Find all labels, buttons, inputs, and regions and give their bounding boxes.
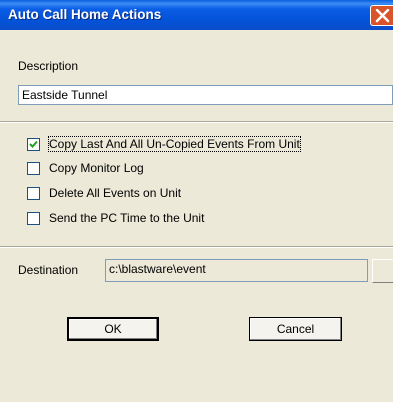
send-pc-time-label: Send the PC Time to the Unit	[49, 211, 205, 225]
copy-monitor-log-checkbox[interactable]	[27, 162, 40, 175]
destination-label: Destination	[18, 263, 79, 277]
copy-events-checkbox[interactable]	[27, 138, 40, 151]
description-input[interactable]: Eastside Tunnel	[18, 85, 393, 105]
cancel-button[interactable]: Cancel	[249, 317, 342, 341]
checkmark-icon	[29, 140, 38, 148]
destination-field[interactable]: c:\blastware\event	[105, 259, 368, 282]
copy-monitor-log-label: Copy Monitor Log	[49, 161, 144, 175]
browse-button[interactable]	[372, 259, 393, 283]
separator-bottom	[0, 246, 393, 248]
send-pc-time-checkbox[interactable]	[27, 212, 40, 225]
separator-top	[0, 121, 393, 123]
close-icon	[375, 9, 390, 23]
description-label: Description	[18, 59, 79, 73]
delete-events-checkbox[interactable]	[27, 187, 40, 200]
close-button[interactable]	[370, 5, 393, 26]
window-title: Auto Call Home Actions	[8, 7, 162, 22]
delete-events-label: Delete All Events on Unit	[49, 186, 182, 200]
ok-button[interactable]: OK	[67, 317, 159, 341]
title-bar[interactable]: Auto Call Home Actions	[0, 0, 393, 30]
copy-events-label: Copy Last And All Un-Copied Events From …	[48, 136, 301, 152]
